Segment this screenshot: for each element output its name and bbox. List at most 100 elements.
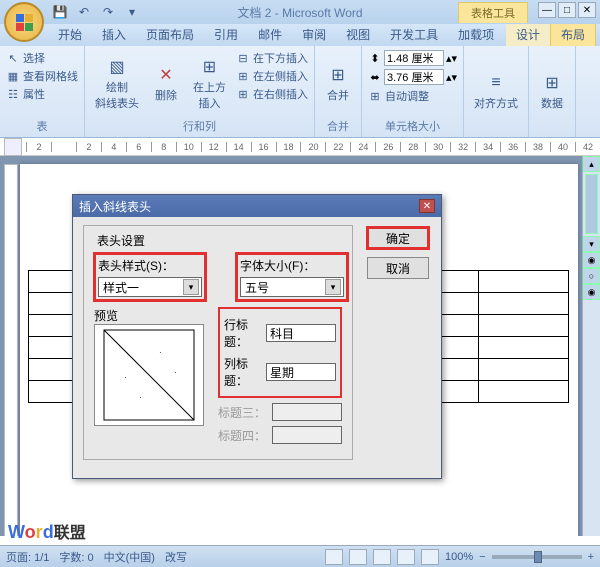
group-merge: ⊞合并 合并 — [315, 46, 362, 137]
status-words[interactable]: 字数: 0 — [59, 549, 93, 565]
draw-diagonal-header-button[interactable]: ▧绘制 斜线表头 — [91, 50, 143, 117]
minimize-button[interactable]: — — [538, 2, 556, 18]
office-button[interactable] — [4, 2, 44, 42]
status-mode[interactable]: 改写 — [165, 549, 187, 565]
group-table: ↖选择 ▦查看网格线 ☷属性 表 — [0, 46, 85, 137]
height-icon: ⬍ — [368, 51, 382, 65]
qat-more-icon[interactable]: ▾ — [122, 3, 142, 21]
zoom-slider[interactable] — [492, 555, 582, 559]
tab-insert[interactable]: 插入 — [92, 23, 136, 46]
close-button[interactable]: ✕ — [578, 2, 596, 18]
dialog-titlebar[interactable]: 插入斜线表头 ✕ — [73, 195, 441, 217]
zoom-in-icon[interactable]: + — [588, 551, 594, 563]
props-icon: ☷ — [6, 87, 20, 101]
pointer-icon: ↖ — [6, 51, 20, 65]
group-alignment: ≡对齐方式 — [464, 46, 529, 137]
insert-above-button[interactable]: ⊞在上方 插入 — [189, 50, 230, 117]
delete-button[interactable]: ✕删除 — [149, 50, 183, 117]
scroll-down-icon[interactable]: ▾ — [583, 236, 600, 252]
group-label: 单元格大小 — [368, 117, 457, 135]
quick-access-toolbar: 💾 ↶ ↷ ▾ — [50, 3, 142, 21]
tab-design[interactable]: 设计 — [506, 23, 550, 46]
fullscreen-view-icon[interactable] — [349, 549, 367, 565]
data-icon: ⊞ — [542, 73, 562, 93]
scroll-up-icon[interactable]: ▴ — [583, 156, 600, 172]
next-page-icon[interactable]: ◉ — [583, 284, 600, 300]
chevron-down-icon[interactable]: ▾ — [325, 279, 341, 295]
web-view-icon[interactable] — [373, 549, 391, 565]
undo-icon[interactable]: ↶ — [74, 3, 94, 21]
svg-text:·: · — [159, 348, 162, 357]
merge-icon: ⊞ — [328, 65, 348, 85]
width-icon: ⬌ — [368, 70, 382, 84]
data-button[interactable]: ⊞数据 — [535, 50, 569, 133]
vertical-ruler[interactable] — [4, 164, 18, 536]
row-height-field[interactable]: ⬍ ▴▾ — [368, 50, 457, 66]
tab-view[interactable]: 视图 — [336, 23, 380, 46]
row-title-input[interactable] — [266, 324, 336, 342]
group-data: ⊞数据 — [529, 46, 576, 137]
tab-addins[interactable]: 加载项 — [448, 23, 504, 46]
horizontal-ruler[interactable]: 224681012141618202224262830323436384042 — [0, 138, 600, 156]
vertical-scrollbar[interactable]: ▴ ▾ ◉ ○ ◉ — [582, 156, 600, 536]
tab-developer[interactable]: 开发工具 — [380, 23, 448, 46]
ruler-corner[interactable] — [4, 138, 22, 156]
style-combobox[interactable]: 样式一▾ — [98, 277, 202, 297]
dialog-close-icon[interactable]: ✕ — [419, 199, 435, 213]
draft-view-icon[interactable] — [421, 549, 439, 565]
tab-mailings[interactable]: 邮件 — [248, 23, 292, 46]
prev-page-icon[interactable]: ◉ — [583, 252, 600, 268]
zoom-level[interactable]: 100% — [445, 551, 473, 563]
insert-above-icon: ⊞ — [200, 57, 220, 77]
group-label: 合并 — [321, 117, 355, 135]
scroll-thumb[interactable] — [585, 174, 598, 234]
restore-button[interactable]: □ — [558, 2, 576, 18]
svg-text:·: · — [124, 373, 127, 382]
ok-button[interactable]: 确定 — [367, 227, 429, 249]
alignment-button[interactable]: ≡对齐方式 — [470, 50, 522, 133]
insert-below-button[interactable]: ⊟在下方插入 — [236, 50, 308, 66]
merge-button[interactable]: ⊞合并 — [321, 50, 355, 117]
cancel-button[interactable]: 取消 — [367, 257, 429, 279]
tab-review[interactable]: 审阅 — [292, 23, 336, 46]
outline-view-icon[interactable] — [397, 549, 415, 565]
status-language[interactable]: 中文(中国) — [104, 549, 155, 565]
ribbon: ↖选择 ▦查看网格线 ☷属性 表 ▧绘制 斜线表头 ✕删除 ⊞在上方 插入 ⊟在… — [0, 46, 600, 138]
row-below-icon: ⊟ — [236, 51, 250, 65]
title-bar: 💾 ↶ ↷ ▾ 文档 2 - Microsoft Word 表格工具 — □ ✕ — [0, 0, 600, 24]
dialog-title: 插入斜线表头 — [79, 198, 151, 215]
view-gridlines-button[interactable]: ▦查看网格线 — [6, 68, 78, 84]
autofit-button[interactable]: ⊞自动调整 — [368, 88, 457, 104]
stepper-icon[interactable]: ▴▾ — [446, 71, 457, 84]
delete-icon: ✕ — [156, 65, 176, 85]
preview-label: 预览 — [94, 307, 204, 324]
watermark-brand: Word联盟 — [8, 519, 86, 543]
ribbon-tabs: 开始 插入 页面布局 引用 邮件 审阅 视图 开发工具 加载项 设计 布局 — [0, 24, 600, 46]
chevron-down-icon[interactable]: ▾ — [183, 279, 199, 295]
col-title-input[interactable] — [266, 363, 336, 381]
group-label: 行和列 — [91, 117, 308, 135]
font-size-combobox[interactable]: 五号▾ — [240, 277, 344, 297]
group-cell-size: ⬍ ▴▾ ⬌ ▴▾ ⊞自动调整 单元格大小 — [362, 46, 464, 137]
svg-text:·: · — [139, 393, 142, 402]
zoom-out-icon[interactable]: − — [479, 551, 485, 563]
print-layout-view-icon[interactable] — [325, 549, 343, 565]
tab-references[interactable]: 引用 — [204, 23, 248, 46]
select-button[interactable]: ↖选择 — [6, 50, 78, 66]
insert-right-button[interactable]: ⊞在右侧插入 — [236, 86, 308, 102]
col-title-label: 列标题： — [224, 355, 260, 389]
properties-button[interactable]: ☷属性 — [6, 86, 78, 102]
tab-home[interactable]: 开始 — [48, 23, 92, 46]
redo-icon[interactable]: ↷ — [98, 3, 118, 21]
tab-layout[interactable]: 布局 — [550, 22, 596, 46]
status-page[interactable]: 页面: 1/1 — [6, 549, 49, 565]
browse-object-icon[interactable]: ○ — [583, 268, 600, 284]
save-icon[interactable]: 💾 — [50, 3, 70, 21]
col-width-field[interactable]: ⬌ ▴▾ — [368, 69, 457, 85]
style-label: 表头样式(S)： — [98, 257, 202, 274]
align-icon: ≡ — [486, 73, 506, 93]
insert-left-button[interactable]: ⊞在左侧插入 — [236, 68, 308, 84]
tab-pagelayout[interactable]: 页面布局 — [136, 23, 204, 46]
zoom-thumb[interactable] — [534, 551, 542, 563]
stepper-icon[interactable]: ▴▾ — [446, 52, 457, 65]
